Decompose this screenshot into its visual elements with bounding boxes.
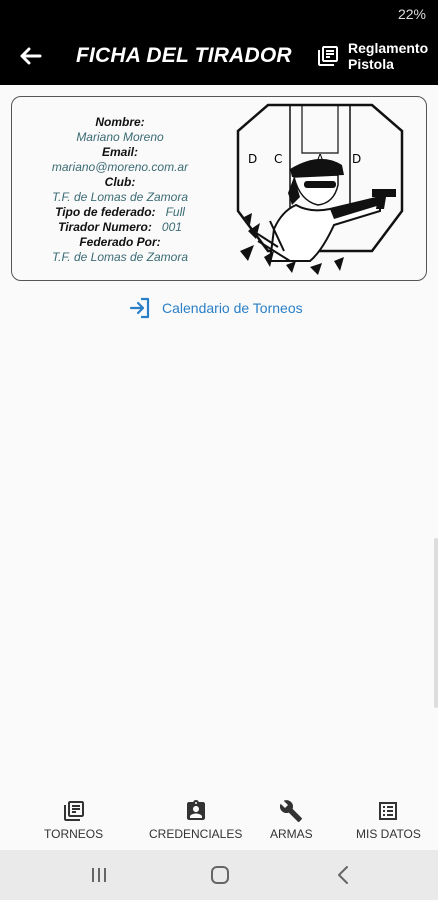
nav-torneos[interactable]: TORNEOS bbox=[44, 799, 103, 841]
status-bar: 22% bbox=[0, 0, 438, 28]
nombre-value: Mariano Moreno bbox=[76, 130, 164, 144]
federado-label: Federado Por: bbox=[79, 235, 161, 249]
dcad-logo: D C A D bbox=[236, 103, 404, 275]
nav-mis-datos[interactable]: MIS DATOS bbox=[356, 799, 421, 841]
numero-value: 001 bbox=[161, 220, 182, 234]
nav-armas-label: ARMAS bbox=[270, 827, 313, 841]
club-value: T.F. de Lomas de Zamora bbox=[51, 190, 189, 204]
logo-letter-d2: D bbox=[352, 152, 361, 166]
rules-book-icon[interactable] bbox=[316, 44, 340, 68]
numero-label: Tirador Numero: bbox=[58, 220, 152, 234]
nav-credenciales-label: CREDENCIALES bbox=[149, 827, 243, 841]
reglamento-pistola-button[interactable]: Reglamento Pistola bbox=[348, 40, 436, 72]
nav-credenciales[interactable]: CREDENCIALES bbox=[149, 799, 242, 841]
federado-value: T.F. de Lomas de Zamora bbox=[51, 250, 189, 264]
email-value: mariano@moreno.com.ar bbox=[51, 160, 189, 174]
app-bar: FICHA DEL TIRADOR Reglamento Pistola bbox=[0, 28, 438, 85]
calendario-torneos-label: Calendario de Torneos bbox=[162, 300, 303, 316]
shooter-info: Nombre: Mariano Moreno Email: mariano@mo… bbox=[20, 115, 220, 265]
battery-indicator: 22% bbox=[397, 6, 426, 22]
nombre-label: Nombre: bbox=[95, 115, 145, 129]
back-icon[interactable] bbox=[332, 863, 356, 887]
recents-icon[interactable] bbox=[87, 863, 111, 887]
page-title: FICHA DEL TIRADOR bbox=[76, 44, 292, 67]
newspaper-icon bbox=[63, 801, 84, 821]
nav-torneos-label: TORNEOS bbox=[44, 827, 104, 841]
badge-icon bbox=[186, 800, 205, 820]
logo-letter-c: C bbox=[274, 152, 282, 166]
tipo-label: Tipo de federado: bbox=[55, 205, 156, 219]
back-arrow-icon[interactable] bbox=[14, 40, 46, 72]
system-nav-bar bbox=[0, 850, 438, 900]
club-label: Club: bbox=[104, 175, 136, 189]
tipo-value: Full bbox=[165, 205, 185, 219]
home-icon[interactable] bbox=[208, 863, 232, 887]
nav-mis-datos-label: MIS DATOS bbox=[356, 827, 421, 841]
list-icon bbox=[379, 802, 398, 820]
logo-letter-d1: D bbox=[248, 152, 257, 166]
wrench-icon bbox=[280, 800, 303, 822]
shooter-card: Nombre: Mariano Moreno Email: mariano@mo… bbox=[11, 96, 427, 281]
bottom-nav: TORNEOS CREDENCIALES ARMAS MIS DATOS bbox=[0, 795, 438, 849]
calendario-torneos-link[interactable]: Calendario de Torneos bbox=[128, 296, 303, 320]
nav-armas[interactable]: ARMAS bbox=[270, 799, 313, 841]
scroll-handle[interactable] bbox=[434, 538, 438, 708]
email-label: Email: bbox=[101, 145, 138, 159]
login-arrow-icon bbox=[129, 297, 150, 319]
